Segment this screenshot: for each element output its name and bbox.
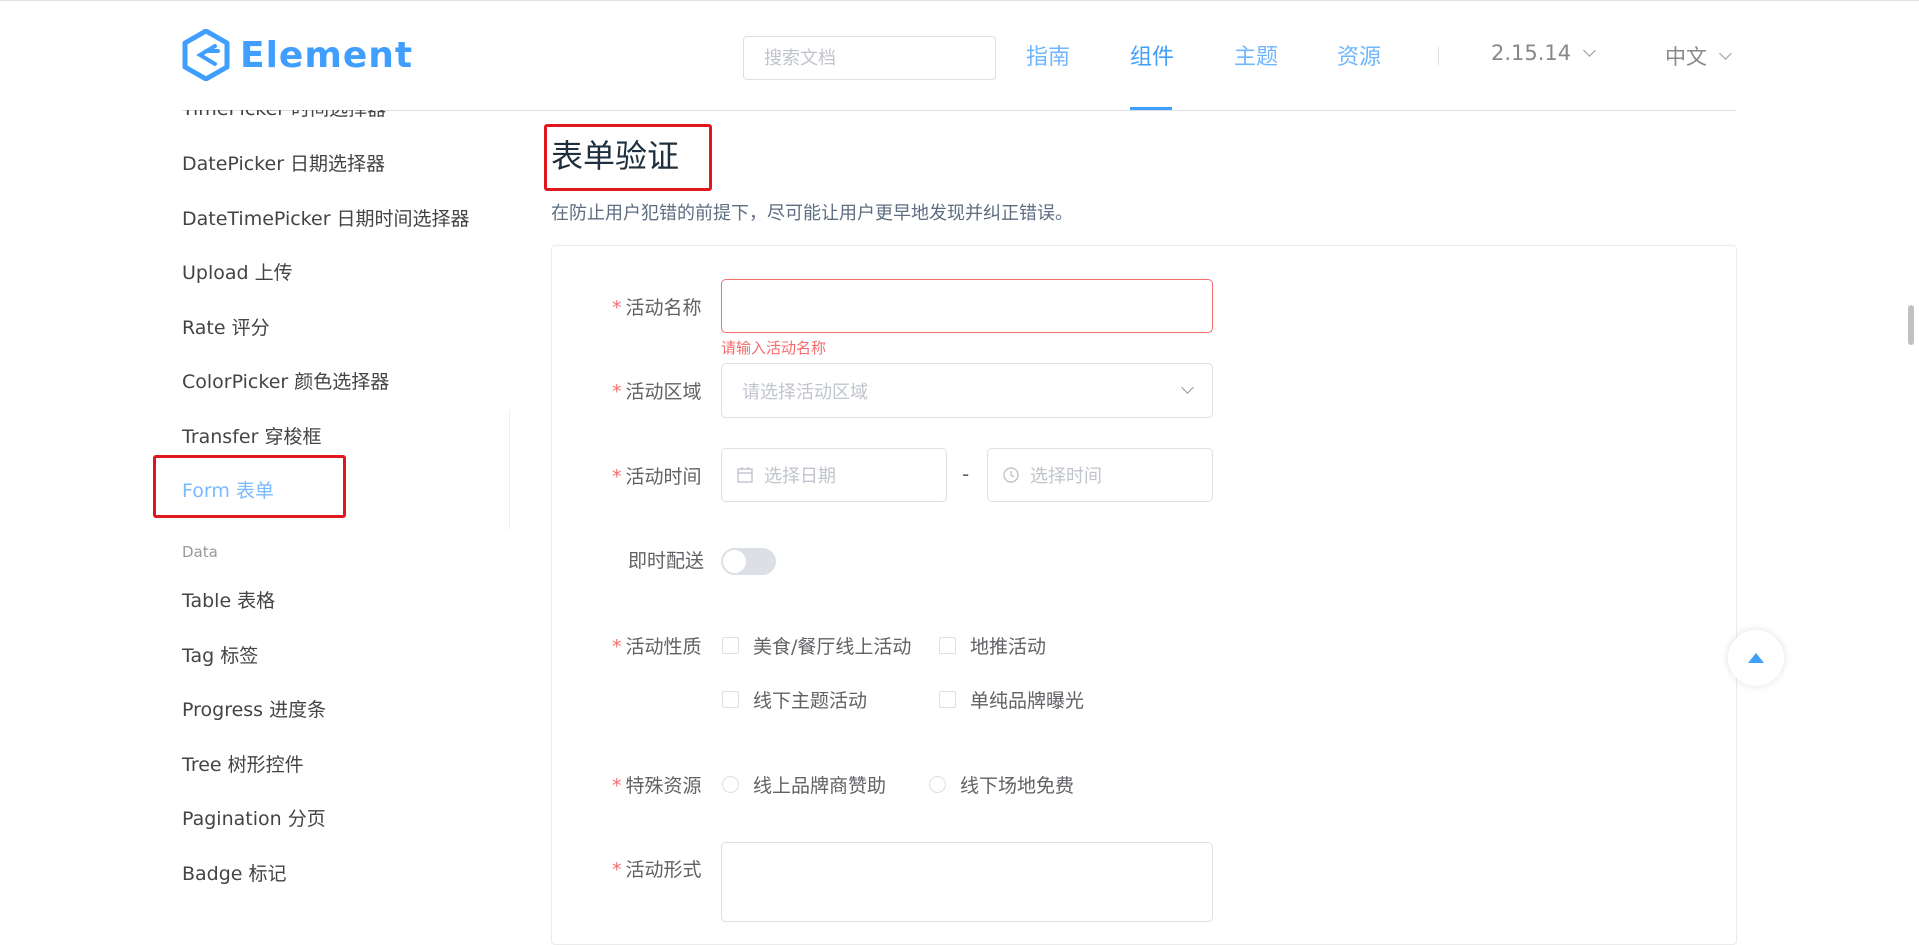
time-separator: - bbox=[962, 462, 970, 486]
sidebar-item-progress[interactable]: Progress 进度条 bbox=[182, 695, 326, 722]
page-scrollbar[interactable] bbox=[1908, 305, 1914, 345]
radio-label: 线上品牌商赞助 bbox=[753, 775, 887, 797]
sidebar-item-tree[interactable]: Tree 树形控件 bbox=[182, 750, 304, 777]
checkbox-label: 单纯品牌曝光 bbox=[970, 690, 1085, 712]
required-mark: * bbox=[612, 859, 622, 881]
nav-resources[interactable]: 资源 bbox=[1337, 39, 1381, 71]
form-textarea[interactable] bbox=[721, 842, 1213, 922]
required-mark: * bbox=[612, 381, 622, 403]
chevron-down-icon bbox=[1719, 46, 1732, 60]
checkbox-online-food[interactable]: 美食/餐厅线上活动 bbox=[722, 632, 911, 659]
delivery-label: 即时配送 bbox=[628, 550, 705, 572]
nav-divider bbox=[1438, 47, 1439, 65]
radio-circle bbox=[722, 776, 739, 793]
sidebar-item-timepicker[interactable]: TimePicker 时间选择器 bbox=[182, 110, 386, 121]
top-header: Element 指南 组件 主题 资源 2.15.14 中文 bbox=[0, 0, 1919, 111]
chevron-down-icon bbox=[1181, 381, 1194, 394]
region-select[interactable]: 请选择活动区域 bbox=[721, 363, 1213, 418]
nav-components[interactable]: 组件 bbox=[1130, 39, 1174, 71]
sidebar-item-upload[interactable]: Upload 上传 bbox=[182, 258, 293, 285]
radio-offline-venue[interactable]: 线下场地免费 bbox=[929, 771, 1074, 798]
checkbox-box bbox=[939, 691, 956, 708]
checkbox-box bbox=[722, 637, 739, 654]
required-mark: * bbox=[612, 297, 622, 319]
name-label: * 活动名称 bbox=[612, 293, 702, 320]
time-label: * 活动时间 bbox=[612, 462, 702, 489]
version-select[interactable]: 2.15.14 bbox=[1491, 41, 1597, 65]
sidebar-divider bbox=[509, 410, 510, 530]
date-placeholder: 选择日期 bbox=[764, 466, 836, 487]
sidebar-item-pagination[interactable]: Pagination 分页 bbox=[182, 804, 326, 831]
sidebar-item-table[interactable]: Table 表格 bbox=[182, 586, 275, 613]
required-mark: * bbox=[612, 636, 622, 658]
version-label: 2.15.14 bbox=[1491, 41, 1572, 65]
logo[interactable]: Element bbox=[182, 27, 413, 83]
switch-knob bbox=[723, 550, 746, 573]
name-error-message: 请输入活动名称 bbox=[721, 339, 827, 357]
checkbox-label: 线下主题活动 bbox=[753, 690, 868, 712]
sidebar-item-transfer[interactable]: Transfer 穿梭框 bbox=[182, 422, 321, 449]
checkbox-box bbox=[939, 637, 956, 654]
clock-icon bbox=[1003, 467, 1019, 483]
checkbox-box bbox=[722, 691, 739, 708]
time-label-text: 活动时间 bbox=[625, 466, 702, 488]
language-label: 中文 bbox=[1665, 45, 1707, 69]
resource-label: * 特殊资源 bbox=[612, 771, 702, 798]
checkbox-brand-exposure[interactable]: 单纯品牌曝光 bbox=[939, 686, 1084, 713]
sidebar-item-tag[interactable]: Tag 标签 bbox=[182, 641, 258, 668]
region-label: * 活动区域 bbox=[612, 377, 702, 404]
sidebar-group-data: Data bbox=[182, 543, 218, 561]
nav-guide[interactable]: 指南 bbox=[1026, 39, 1070, 71]
sidebar-item-badge[interactable]: Badge 标记 bbox=[182, 859, 287, 886]
element-logo-icon bbox=[182, 29, 230, 81]
checkbox-offline-theme[interactable]: 线下主题活动 bbox=[722, 686, 867, 713]
name-label-text: 活动名称 bbox=[625, 297, 702, 319]
chevron-down-icon bbox=[1583, 43, 1597, 57]
caret-up-icon bbox=[1748, 653, 1764, 663]
type-label: * 活动性质 bbox=[612, 632, 702, 659]
name-input[interactable] bbox=[721, 279, 1213, 333]
calendar-icon bbox=[737, 467, 753, 483]
time-picker-input[interactable]: 选择时间 bbox=[987, 448, 1213, 502]
required-mark: * bbox=[612, 775, 622, 797]
language-select[interactable]: 中文 bbox=[1665, 41, 1732, 71]
page-description: 在防止用户犯错的前提下，尽可能让用户更早地发现并纠正错误。 bbox=[551, 203, 1073, 224]
sidebar-item-datepicker[interactable]: DatePicker 日期选择器 bbox=[182, 149, 385, 176]
logo-text: Element bbox=[240, 34, 414, 76]
date-picker-input[interactable]: 选择日期 bbox=[721, 448, 947, 502]
time-placeholder: 选择时间 bbox=[1030, 466, 1102, 487]
nav-theme[interactable]: 主题 bbox=[1234, 39, 1278, 71]
form-label-text: 活动形式 bbox=[625, 859, 702, 881]
resource-label-text: 特殊资源 bbox=[625, 775, 702, 797]
back-to-top-button[interactable] bbox=[1728, 630, 1784, 686]
search-input[interactable] bbox=[743, 36, 996, 80]
radio-online-sponsor[interactable]: 线上品牌商赞助 bbox=[722, 771, 886, 798]
sidebar-item-datetimepicker[interactable]: DateTimePicker 日期时间选择器 bbox=[182, 204, 470, 231]
delivery-switch[interactable] bbox=[721, 548, 776, 575]
checkbox-ground-promo[interactable]: 地推活动 bbox=[939, 632, 1046, 659]
checkbox-label: 地推活动 bbox=[970, 636, 1047, 658]
required-mark: * bbox=[612, 466, 622, 488]
radio-label: 线下场地免费 bbox=[960, 775, 1075, 797]
highlight-box-form bbox=[153, 455, 346, 518]
type-label-text: 活动性质 bbox=[625, 636, 702, 658]
region-placeholder: 请选择活动区域 bbox=[742, 381, 868, 403]
region-label-text: 活动区域 bbox=[625, 381, 702, 403]
sidebar-item-colorpicker[interactable]: ColorPicker 颜色选择器 bbox=[182, 367, 389, 394]
form-label: * 活动形式 bbox=[612, 855, 702, 882]
radio-circle bbox=[929, 776, 946, 793]
sidebar-item-rate[interactable]: Rate 评分 bbox=[182, 313, 270, 340]
highlight-box-title bbox=[544, 124, 712, 191]
checkbox-label: 美食/餐厅线上活动 bbox=[753, 636, 912, 658]
